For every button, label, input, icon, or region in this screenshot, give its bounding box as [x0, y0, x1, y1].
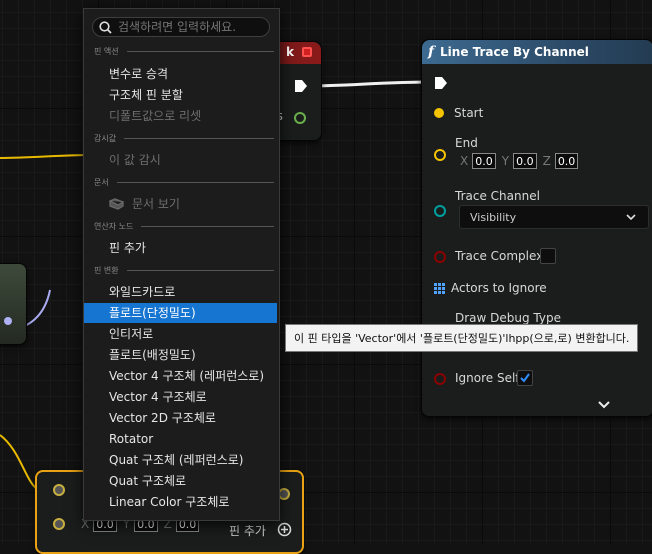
menu-item-float-single[interactable]: 플로트(단정밀도) — [84, 303, 277, 323]
yellow-wire — [0, 154, 91, 159]
menu-item-rotator[interactable]: Rotator — [84, 429, 277, 449]
exec-wire — [305, 80, 433, 88]
menu-item-reset-to-default[interactable]: 디폴트값으로 리셋 — [84, 106, 277, 126]
axis-y-label: Y — [501, 154, 510, 168]
menu-item-quat-ref[interactable]: Quat 구조체 (레퍼런스로) — [84, 450, 277, 470]
exec-in-pin[interactable] — [434, 76, 448, 90]
trace-channel-pin[interactable] — [434, 205, 446, 217]
section-title: 연산자 노드 — [94, 222, 134, 231]
menu-item-vector4[interactable]: Vector 4 구조체로 — [84, 387, 277, 407]
axis-z-label: Z — [542, 154, 551, 168]
struct-pin[interactable] — [4, 317, 12, 325]
ignore-self-pin[interactable] — [434, 373, 446, 385]
yellow-wire-bottom — [0, 434, 38, 490]
bottom-node-input-pin[interactable] — [53, 484, 65, 496]
tooltip: 이 핀 타입을 'Vector'에서 '플로트(단정밀도)'lhpp(으로,로)… — [285, 324, 639, 352]
add-pin-label[interactable]: 핀 추가 — [229, 522, 266, 539]
offscreen-node[interactable] — [0, 263, 27, 345]
dropdown-chevron-icon — [626, 214, 636, 221]
checkmark-icon — [520, 373, 530, 383]
axis-x-label: X — [460, 154, 469, 168]
start-pin[interactable] — [434, 108, 444, 118]
end-vector-fields: X 0.0 Y 0.0 Z 0.0 — [460, 153, 579, 169]
node-title: Line Trace By Channel — [440, 45, 589, 59]
end-z-field[interactable]: 0.0 — [554, 153, 579, 169]
exec-out-pin[interactable] — [294, 79, 308, 93]
ignore-self-label: Ignore Self — [455, 371, 520, 385]
end-pin[interactable] — [434, 149, 446, 161]
function-icon: f — [428, 44, 435, 60]
draw-debug-label: Draw Debug Type — [455, 311, 561, 325]
search-input[interactable] — [118, 20, 268, 34]
book-icon — [109, 198, 124, 210]
trace-complex-checkbox[interactable] — [540, 248, 556, 264]
section-title: 핀 변환 — [94, 266, 119, 275]
section-title: 감시값 — [94, 134, 117, 143]
menu-item-linear-color[interactable]: Linear Color 구조체로 — [84, 492, 277, 512]
end-x-field[interactable]: 0.0 — [472, 153, 496, 169]
array-pin-icon[interactable] — [434, 283, 445, 294]
bottom-node-input-pin-2[interactable] — [53, 518, 65, 530]
start-label: Start — [454, 106, 484, 120]
menu-item-vector4-ref[interactable]: Vector 4 구조체 (레퍼런스로) — [84, 366, 277, 386]
end-label: End — [455, 136, 478, 150]
trace-channel-label: Trace Channel — [455, 189, 540, 203]
line-trace-header[interactable]: f Line Trace By Channel — [422, 40, 652, 64]
section-title: 문서 — [94, 178, 109, 187]
trace-complex-label: Trace Complex — [455, 249, 544, 263]
left-node-title-fragment: k — [286, 45, 294, 59]
actors-to-ignore-label: Actors to Ignore — [451, 281, 547, 295]
menu-item-promote-to-variable[interactable]: 변수로 승격 — [84, 64, 277, 84]
section-header-watch: 감시값 — [94, 133, 274, 144]
section-header-pin-actions: 핀 액션 — [94, 46, 274, 57]
trace-complex-pin[interactable] — [434, 251, 446, 263]
search-box[interactable] — [92, 17, 270, 37]
end-y-field[interactable]: 0.0 — [513, 153, 537, 169]
context-menu[interactable]: 핀 액션 변수로 승격 구조체 핀 분할 디폴트값으로 리셋 감시값 이 값 감… — [83, 8, 280, 521]
section-title: 핀 액션 — [94, 47, 119, 56]
start-pin-row[interactable]: Start — [434, 106, 483, 120]
menu-item-float-double[interactable]: 플로트(배정밀도) — [84, 345, 277, 365]
stop-icon — [302, 47, 312, 57]
menu-item-wildcard[interactable]: 와일드카드로 — [84, 282, 277, 302]
trace-channel-dropdown[interactable]: Visibility — [459, 205, 649, 229]
menu-item-integer[interactable]: 인티저로 — [84, 324, 277, 344]
menu-item-quat[interactable]: Quat 구조체로 — [84, 471, 277, 491]
menu-item-watch-value[interactable]: 이 값 감시 — [84, 150, 277, 170]
menu-item-add-pin[interactable]: 핀 추가 — [84, 238, 277, 258]
section-header-operator: 연산자 노드 — [94, 221, 274, 232]
chevron-down-icon[interactable] — [598, 400, 610, 410]
section-header-docs: 문서 — [94, 177, 274, 188]
menu-item-split-struct-pin[interactable]: 구조체 핀 분할 — [84, 85, 277, 105]
add-pin-icon[interactable] — [277, 522, 292, 537]
trace-channel-value: Visibility — [470, 210, 517, 224]
ignore-self-checkbox[interactable] — [517, 370, 533, 386]
bool-out-pin[interactable] — [294, 112, 306, 124]
search-icon — [99, 20, 112, 34]
section-header-pin-conversion: 핀 변환 — [94, 265, 274, 276]
menu-item-vector2d[interactable]: Vector 2D 구조체로 — [84, 408, 277, 428]
